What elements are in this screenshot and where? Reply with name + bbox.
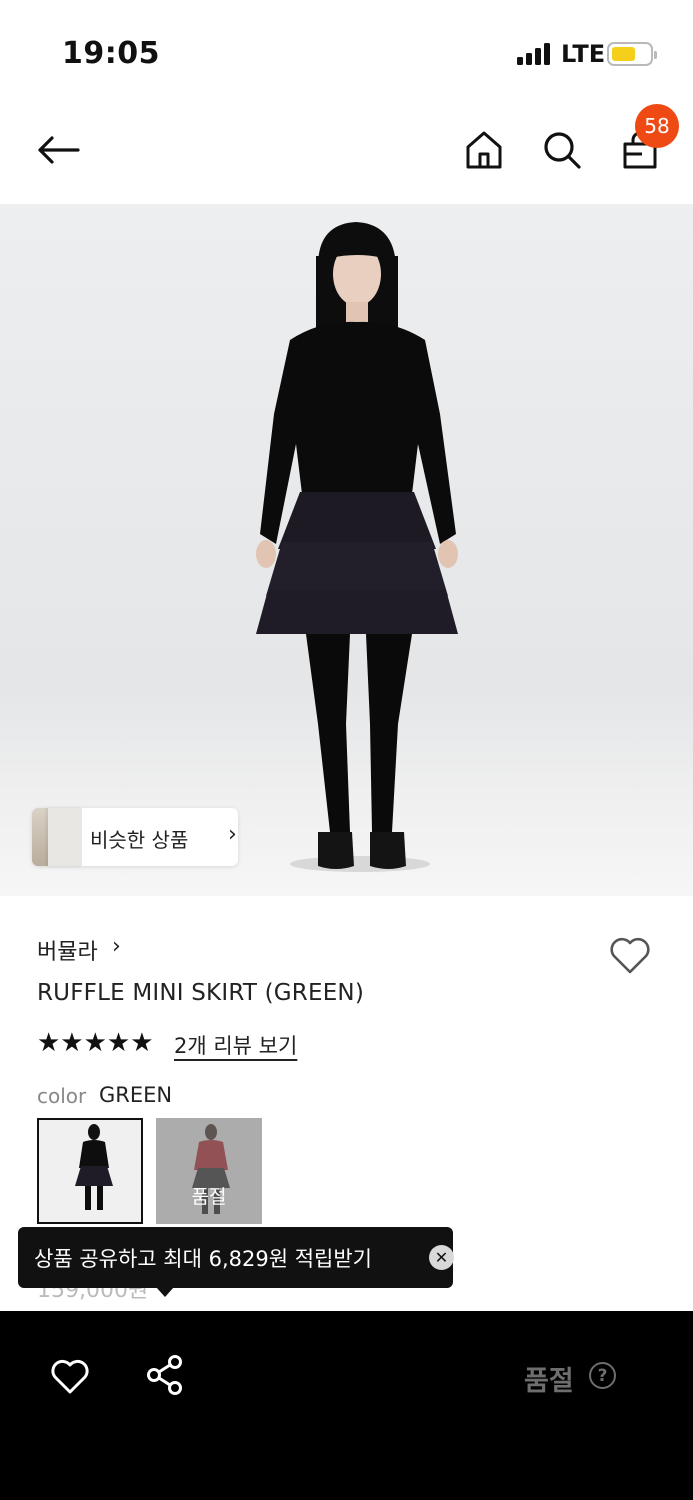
chevron-right-icon: ›	[112, 934, 121, 959]
help-icon[interactable]: ?	[589, 1362, 616, 1389]
bottom-action-bar: 품절 ?	[0, 1311, 693, 1500]
signal-icon	[517, 43, 553, 65]
chevron-right-icon: ›	[228, 822, 237, 847]
color-value: GREEN	[99, 1083, 173, 1107]
status-bar: 19:05 LTE	[0, 0, 693, 100]
share-icon	[147, 1355, 182, 1395]
similar-products-label: 비슷한 상품	[90, 828, 189, 852]
share-button[interactable]	[143, 1353, 187, 1397]
home-icon	[466, 131, 502, 169]
search-button[interactable]	[538, 122, 586, 178]
home-button[interactable]	[460, 122, 508, 178]
status-time: 19:05	[62, 36, 160, 71]
network-label: LTE	[561, 40, 606, 68]
swatch-photo	[39, 1120, 141, 1222]
model-photo	[256, 222, 458, 872]
product-name: RUFFLE MINI SKIRT (GREEN)	[37, 980, 365, 1006]
bottom-wishlist-button[interactable]	[48, 1355, 92, 1399]
rating-stars: ★★★★★	[37, 1028, 154, 1058]
heart-icon	[51, 1359, 89, 1394]
review-link[interactable]: 2개 리뷰 보기	[174, 1030, 297, 1060]
toast-message: 상품 공유하고 최대 6,829원 적립받기	[34, 1247, 372, 1271]
brand-link[interactable]: 버뮬라	[37, 934, 98, 966]
color-swatch-green[interactable]	[37, 1118, 143, 1224]
similar-thumbnail	[48, 808, 82, 866]
back-button[interactable]	[30, 122, 86, 178]
color-label: color	[37, 1084, 87, 1108]
soldout-button[interactable]: 품절	[524, 1359, 574, 1398]
product-image[interactable]: 비슷한 상품 ›	[0, 204, 693, 896]
battery-icon	[607, 42, 657, 66]
share-reward-toast[interactable]: 상품 공유하고 최대 6,829원 적립받기 ✕	[18, 1227, 454, 1288]
close-icon[interactable]: ✕	[429, 1245, 454, 1270]
wishlist-button[interactable]	[606, 932, 654, 980]
color-swatch-red[interactable]: 품절	[156, 1118, 262, 1224]
back-arrow-icon	[38, 136, 80, 164]
search-icon	[544, 132, 581, 169]
top-nav	[0, 100, 693, 204]
toast-pointer	[156, 1287, 174, 1297]
cart-count-badge: 58	[635, 104, 679, 148]
similar-products-button[interactable]: 비슷한 상품 ›	[32, 808, 238, 866]
soldout-tag: 품절	[191, 1186, 227, 1208]
heart-icon	[610, 937, 650, 974]
